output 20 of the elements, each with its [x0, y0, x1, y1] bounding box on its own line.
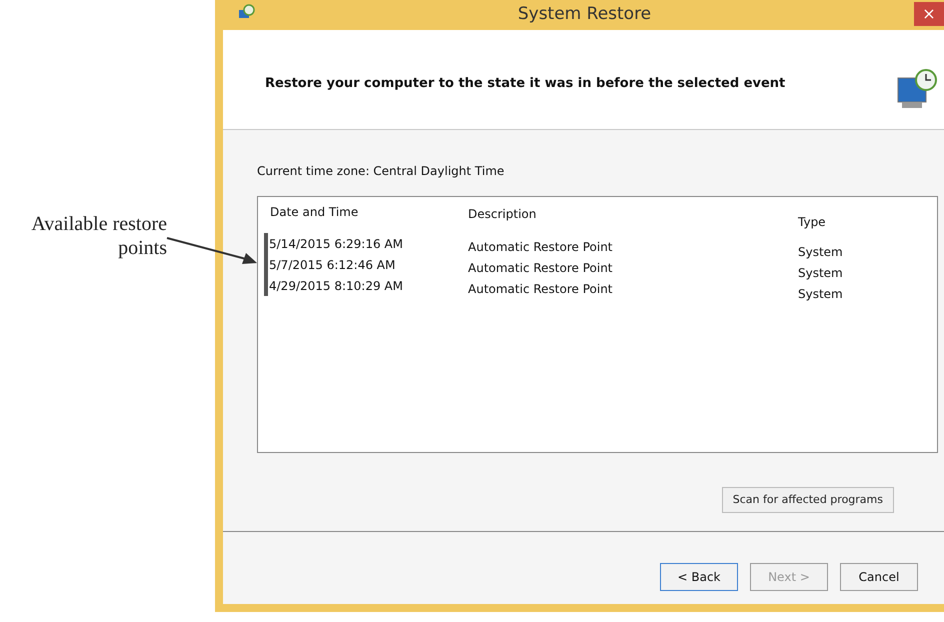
table-cell-text: System	[798, 286, 843, 302]
callout-label: Available restore points	[30, 212, 167, 260]
scan-button[interactable]: Scan for affected programs	[722, 487, 894, 513]
instruction-text: Restore your computer to the state it was in before the selected event	[265, 75, 786, 93]
table-cell-text: Automatic Restore Point	[468, 260, 614, 276]
dialog-button[interactable]: Cancel	[840, 563, 918, 591]
table-cell-text: 5/14/2015 6:29:16 AM	[269, 236, 404, 252]
time-zone-text: Current time zone: Central Daylight Time	[257, 163, 506, 180]
column-header[interactable]: Description	[468, 203, 798, 231]
dialog-button[interactable]: < Back	[660, 563, 738, 591]
table-cell-text: 5/7/2015 6:12:46 AM	[269, 256, 396, 274]
table-cell-text: System	[798, 264, 843, 282]
window-title: System Restore	[516, 3, 652, 26]
close-button[interactable]: ×	[914, 2, 944, 26]
table-cell-text: 4/29/2015 8:10:29 AM	[269, 278, 404, 294]
table-cell-text: Automatic Restore Point	[468, 280, 614, 298]
column-header[interactable]: Date and Time	[270, 203, 468, 231]
table-cell-text: System	[798, 244, 843, 260]
column-header[interactable]: Type	[798, 203, 826, 231]
table-cell-text: Automatic Restore Point	[468, 238, 614, 256]
